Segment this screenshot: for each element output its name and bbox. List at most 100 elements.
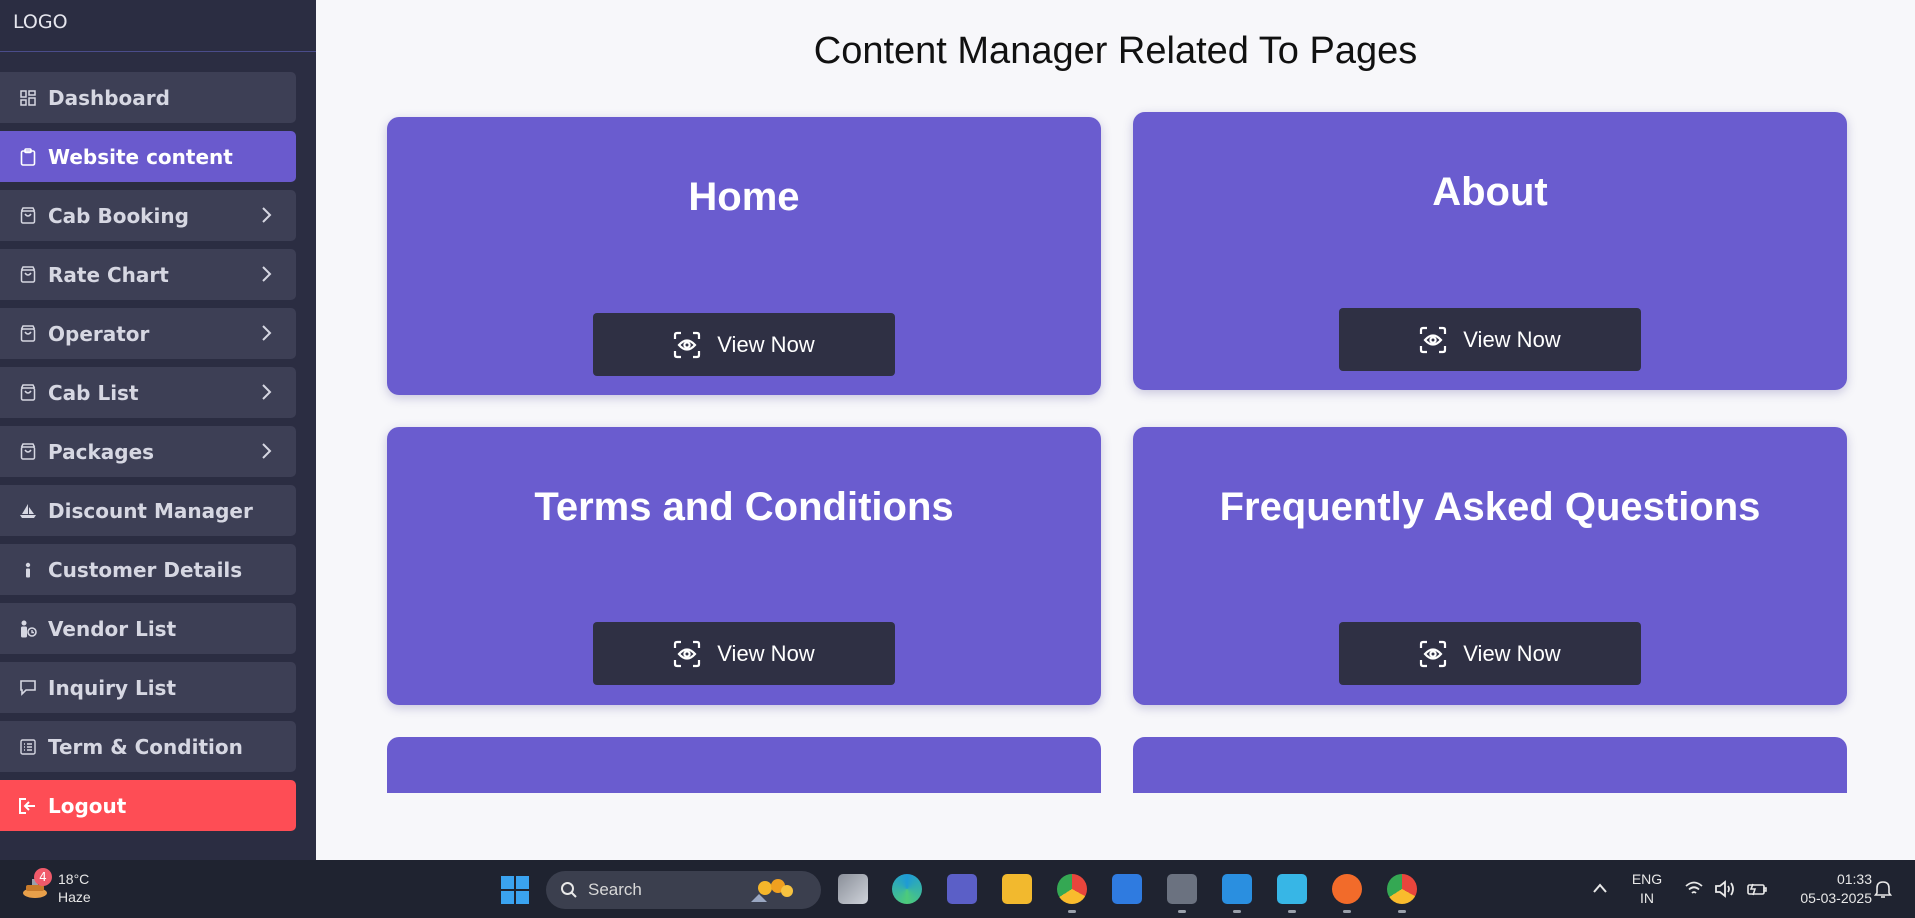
sidebar-item-cab-list[interactable]: Cab List: [0, 367, 296, 418]
microsoft-store-icon[interactable]: [1112, 874, 1142, 904]
sidebar-item-customer-details[interactable]: Customer Details: [0, 544, 296, 595]
windows-start-icon[interactable]: [500, 875, 530, 905]
sidebar-item-website-content[interactable]: Website content: [0, 131, 296, 182]
button-label: View Now: [717, 640, 815, 666]
search-icon: [561, 882, 577, 898]
content-card-partial: [1133, 737, 1847, 793]
button-label: View Now: [1463, 640, 1561, 666]
chevron-right-icon: [262, 207, 272, 223]
language-indicator[interactable]: ENG IN: [1630, 870, 1664, 908]
eye-icon: [674, 640, 701, 667]
file-explorer-icon[interactable]: [1002, 874, 1032, 904]
person-icon: [18, 560, 38, 580]
sidebar-item-label: Discount Manager: [48, 498, 253, 523]
chevron-up-icon[interactable]: [1592, 882, 1608, 894]
card-title: Terms and Conditions: [534, 485, 954, 529]
sidebar-item-operator[interactable]: Operator: [0, 308, 296, 359]
notepad-icon[interactable]: [1277, 874, 1307, 913]
vscode-icon[interactable]: [1222, 874, 1252, 913]
search-placeholder: Search: [588, 880, 642, 899]
button-label: View Now: [717, 331, 815, 357]
eye-icon: [1420, 640, 1447, 667]
sidebar-item-cab-booking[interactable]: Cab Booking: [0, 190, 296, 241]
postman-icon[interactable]: [1332, 874, 1362, 913]
content-card-terms: Terms and Conditions View Now: [387, 427, 1101, 705]
sidebar-item-label: Website content: [48, 144, 233, 169]
chevron-right-icon: [262, 384, 272, 400]
sidebar-item-label: Dashboard: [48, 85, 170, 110]
bag-icon: [18, 206, 38, 226]
weather-condition: Haze: [58, 889, 91, 905]
chat-icon: [18, 678, 38, 698]
sidebar-item-label: Term & Condition: [48, 734, 243, 759]
view-now-button[interactable]: View Now: [593, 622, 895, 685]
language-line2: IN: [1640, 890, 1654, 906]
content-card-about: About View Now: [1133, 112, 1847, 390]
logout-label: Logout: [48, 793, 127, 818]
wifi-icon[interactable]: [1684, 880, 1704, 898]
chrome-icon[interactable]: [1057, 874, 1087, 913]
logout-icon: [18, 796, 38, 816]
bag-icon: [18, 324, 38, 344]
edge-icon[interactable]: [892, 874, 922, 904]
notification-bell-icon[interactable]: [1874, 879, 1892, 899]
content-card-home: Home View Now: [387, 117, 1101, 395]
notification-badge: 4: [34, 868, 52, 886]
app-icon[interactable]: [1167, 874, 1197, 913]
sidebar-item-label: Vendor List: [48, 616, 177, 641]
card-title: Home: [688, 175, 800, 219]
button-label: View Now: [1463, 326, 1561, 352]
taskbar: 4 18°C Haze Search ENG IN 01:33 05-03-20…: [0, 860, 1915, 918]
weather-temp: 18°C: [58, 871, 90, 887]
page-title: Content Manager Related To Pages: [813, 30, 1418, 72]
sidebar-item-label: Customer Details: [48, 557, 243, 582]
battery-icon[interactable]: [1746, 880, 1768, 898]
sidebar-item-vendor-list[interactable]: Vendor List: [0, 603, 296, 654]
view-now-button[interactable]: View Now: [1339, 622, 1641, 685]
clipboard-icon: [18, 147, 38, 167]
vendor-icon: [18, 619, 38, 639]
volume-icon[interactable]: [1714, 880, 1736, 898]
chevron-right-icon: [262, 325, 272, 341]
teams-icon[interactable]: [947, 874, 977, 904]
eye-icon: [1420, 326, 1447, 353]
logout-button[interactable]: Logout: [0, 780, 296, 831]
clock[interactable]: 01:33 05-03-2025: [1782, 870, 1872, 908]
sidebar-item-label: Cab List: [48, 380, 139, 405]
logo[interactable]: LOGO: [0, 0, 316, 52]
sidebar-item-discount-manager[interactable]: Discount Manager: [0, 485, 296, 536]
sidebar-item-label: Cab Booking: [48, 203, 189, 228]
view-now-button[interactable]: View Now: [593, 313, 895, 376]
task-view-icon[interactable]: [838, 874, 868, 904]
view-now-button[interactable]: View Now: [1339, 308, 1641, 371]
chrome-profile-icon[interactable]: [1387, 874, 1417, 913]
sidebar-item-packages[interactable]: Packages: [0, 426, 296, 477]
card-title: About: [1432, 170, 1548, 214]
sidebar-item-label: Packages: [48, 439, 155, 464]
bag-icon: [18, 383, 38, 403]
language-line1: ENG: [1631, 871, 1663, 887]
sidebar-item-label: Operator: [48, 321, 150, 346]
sidebar-item-rate-chart[interactable]: Rate Chart: [0, 249, 296, 300]
bag-icon: [18, 442, 38, 462]
sidebar-item-label: Inquiry List: [48, 675, 177, 700]
weather-text: 18°C Haze: [58, 870, 91, 906]
sidebar-item-inquiry-list[interactable]: Inquiry List: [0, 662, 296, 713]
dashboard-icon: [18, 88, 38, 108]
content-card-partial: [387, 737, 1101, 793]
sidebar-item-label: Rate Chart: [48, 262, 169, 287]
sidebar-menu: Dashboard Website content Cab Booking Ra…: [0, 72, 296, 839]
bag-icon: [18, 265, 38, 285]
weather-widget[interactable]: 4 18°C Haze: [20, 868, 91, 906]
content-card-faq: Frequently Asked Questions View Now: [1133, 427, 1847, 705]
sailboat-icon: [18, 501, 38, 521]
chevron-right-icon: [262, 443, 272, 459]
flowers-icon: [751, 879, 793, 902]
clock-date: 05-03-2025: [1800, 890, 1872, 906]
chevron-right-icon: [262, 266, 272, 282]
clock-time: 01:33: [1836, 871, 1872, 887]
card-title: Frequently Asked Questions: [1219, 485, 1761, 529]
sidebar-item-dashboard[interactable]: Dashboard: [0, 72, 296, 123]
taskbar-search[interactable]: Search: [546, 871, 821, 909]
sidebar-item-term-condition[interactable]: Term & Condition: [0, 721, 296, 772]
